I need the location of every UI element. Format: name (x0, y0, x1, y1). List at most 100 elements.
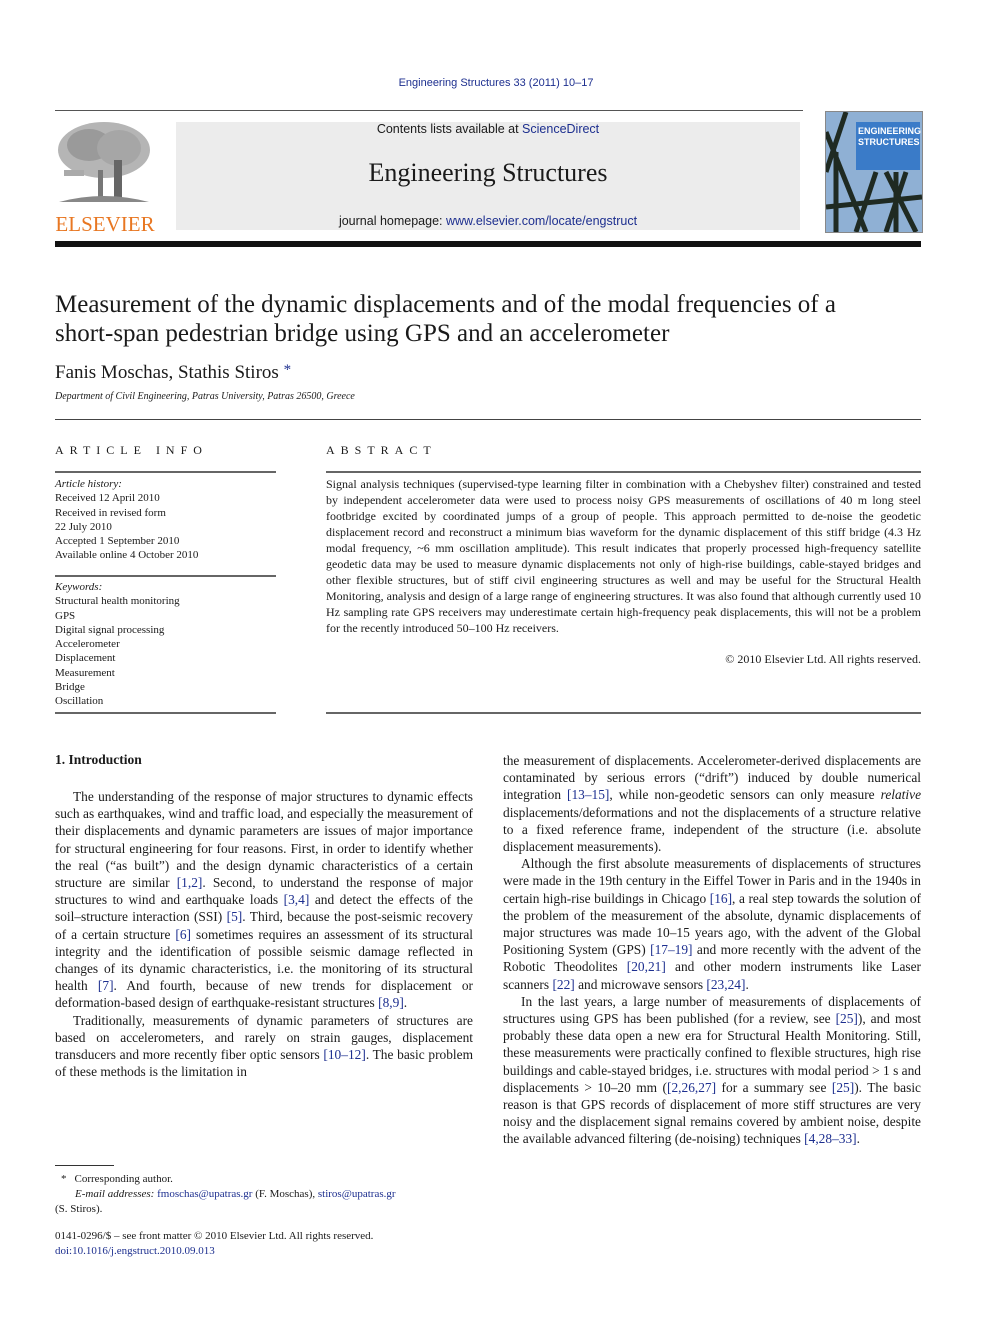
section-divider (55, 419, 921, 420)
citation-link[interactable]: [10–12] (323, 1047, 365, 1062)
keywords: Keywords: Structural health monitoring G… (55, 580, 276, 709)
history-label: Article history: (55, 478, 122, 490)
affiliation: Department of Civil Engineering, Patras … (55, 391, 355, 402)
citation-link[interactable]: [25] (832, 1080, 854, 1095)
citation-link[interactable]: [13–15] (567, 787, 609, 802)
contents-prefix: Contents lists available at (376, 122, 523, 136)
body-text: and microwave sensors (574, 976, 707, 992)
citation-link[interactable]: [20,21] (627, 959, 666, 974)
citation-link[interactable]: [8,9] (378, 995, 404, 1010)
email-line: E-mail addresses: fmoschas@upatras.gr (F… (55, 1187, 475, 1202)
corresponding-author-text: Corresponding author. (74, 1173, 173, 1185)
masthead-divider (55, 241, 921, 247)
history-item: 22 July 2010 (55, 520, 112, 533)
homepage-line: journal homepage: www.elsevier.com/locat… (176, 214, 800, 228)
citation-link[interactable]: [17–19] (650, 942, 692, 957)
email-owner-stiros: (S. Stiros). (55, 1203, 103, 1215)
cover-title: ENGINEERING STRUCTURES (858, 126, 921, 148)
citation-link[interactable]: [4,28–33] (804, 1131, 856, 1146)
body-text: for a summary see (716, 1079, 832, 1095)
corresponding-author-mark[interactable]: * (284, 362, 292, 378)
body-paragraph: Traditionally, measurements of dynamic p… (55, 1012, 473, 1081)
keyword-item: GPS (55, 609, 76, 622)
body-text: . And fourth, because of new trends for … (55, 978, 473, 1011)
corresponding-author-note: * Corresponding author. (55, 1172, 475, 1187)
body-text: . (856, 1131, 860, 1147)
citation-link[interactable]: [16] (710, 891, 732, 906)
journal-banner: Contents lists available at ScienceDirec… (176, 122, 800, 230)
section-heading-introduction: 1. Introduction (55, 752, 142, 767)
journal-cover-image[interactable]: ENGINEERING STRUCTURES (825, 111, 923, 233)
contents-line: Contents lists available at ScienceDirec… (176, 122, 800, 136)
journal-title: Engineering Structures (368, 158, 608, 187)
keyword-item: Measurement (55, 666, 115, 679)
article-info-rule (55, 471, 276, 473)
history-item: Received 12 April 2010 (55, 492, 160, 505)
body-text: . (745, 976, 749, 992)
abstract-rule (326, 471, 921, 473)
body-text: . (403, 995, 408, 1011)
history-item: Available online 4 October 2010 (55, 549, 199, 562)
body-column-right: the measurement of displacements. Accele… (503, 752, 921, 1148)
citation-link[interactable]: [3,4] (284, 892, 310, 907)
abstract-heading: ABSTRACT (326, 443, 437, 457)
body-paragraph: The understanding of the response of maj… (55, 788, 473, 1012)
header-divider (55, 110, 803, 111)
emphasis-text: relative (880, 787, 922, 803)
body-paragraph: the measurement of displacements. Accele… (503, 752, 921, 855)
abstract-copyright: © 2010 Elsevier Ltd. All rights reserved… (725, 652, 921, 666)
history-item: Received in revised form (55, 506, 166, 519)
issn-line: 0141-0296/$ – see front matter © 2010 El… (55, 1230, 374, 1242)
article-title-line1: Measurement of the dynamic displacements… (55, 291, 836, 318)
journal-reference[interactable]: Engineering Structures 33 (2011) 10–17 (0, 77, 992, 89)
elsevier-logo[interactable]: ELSEVIER (54, 120, 156, 236)
keyword-item: Accelerometer (55, 638, 120, 651)
cover-title-line1: ENGINEERING (858, 126, 922, 136)
footnote: * Corresponding author. E-mail addresses:… (55, 1172, 475, 1217)
cover-title-line2: STRUCTURES (858, 137, 920, 147)
citation-link[interactable]: [7] (98, 978, 114, 993)
issn-block: 0141-0296/$ – see front matter © 2010 El… (55, 1229, 475, 1259)
email-owner-moschas: (F. Moschas), (252, 1188, 318, 1200)
body-column-left: The understanding of the response of maj… (55, 788, 473, 1080)
keyword-item: Structural health monitoring (55, 595, 180, 608)
abstract-text: Signal analysis techniques (supervised-t… (326, 477, 921, 635)
article-title: Measurement of the dynamic displacements… (55, 290, 935, 348)
body-text: displacements/deformations and not the d… (503, 804, 921, 855)
abstract-rule (326, 712, 921, 714)
doi-link[interactable]: doi:10.1016/j.engstruct.2010.09.013 (55, 1244, 475, 1259)
keyword-item: Oscillation (55, 695, 104, 708)
article-history: Article history: Received 12 April 2010 … (55, 477, 276, 563)
citation-link[interactable]: [5] (227, 909, 243, 924)
body-paragraph: In the last years, a large number of mea… (503, 993, 921, 1148)
article-info-rule (55, 712, 276, 714)
citation-link[interactable]: [25] (836, 1011, 858, 1026)
citation-link[interactable]: [2,26,27] (667, 1080, 716, 1095)
keyword-item: Bridge (55, 681, 85, 694)
homepage-prefix: journal homepage: (338, 214, 446, 228)
body-text: , while non-geodetic sensors can only me… (609, 787, 881, 803)
article-title-line2: short-span pedestrian bridge using GPS a… (55, 320, 670, 347)
keyword-item: Displacement (55, 652, 116, 665)
citation-link[interactable]: [22] (552, 977, 574, 992)
article-info-rule (55, 575, 276, 577)
elsevier-tree-icon (58, 122, 150, 202)
body-paragraph: Although the first absolute measurements… (503, 855, 921, 993)
email-link-stiros[interactable]: stiros@upatras.gr (318, 1188, 396, 1200)
sciencedirect-link[interactable]: ScienceDirect (522, 122, 599, 136)
author-list: Fanis Moschas, Stathis Stiros * (55, 362, 291, 384)
citation-link[interactable]: [1,2] (177, 875, 203, 890)
keyword-item: Digital signal processing (55, 623, 165, 636)
elsevier-wordmark: ELSEVIER (55, 212, 155, 236)
footnote-mark: * (61, 1173, 67, 1185)
footnote-divider (55, 1165, 114, 1166)
keywords-label: Keywords: (55, 581, 103, 593)
history-item: Accepted 1 September 2010 (55, 535, 180, 548)
email-link-moschas[interactable]: fmoschas@upatras.gr (157, 1188, 252, 1200)
article-info-heading: ARTICLE INFO (55, 443, 208, 457)
citation-link[interactable]: [6] (175, 927, 191, 942)
authors: Fanis Moschas, Stathis Stiros (55, 362, 279, 383)
citation-link[interactable]: [23,24] (706, 977, 745, 992)
email-label: E-mail addresses: (75, 1188, 155, 1200)
homepage-link[interactable]: www.elsevier.com/locate/engstruct (446, 214, 637, 228)
